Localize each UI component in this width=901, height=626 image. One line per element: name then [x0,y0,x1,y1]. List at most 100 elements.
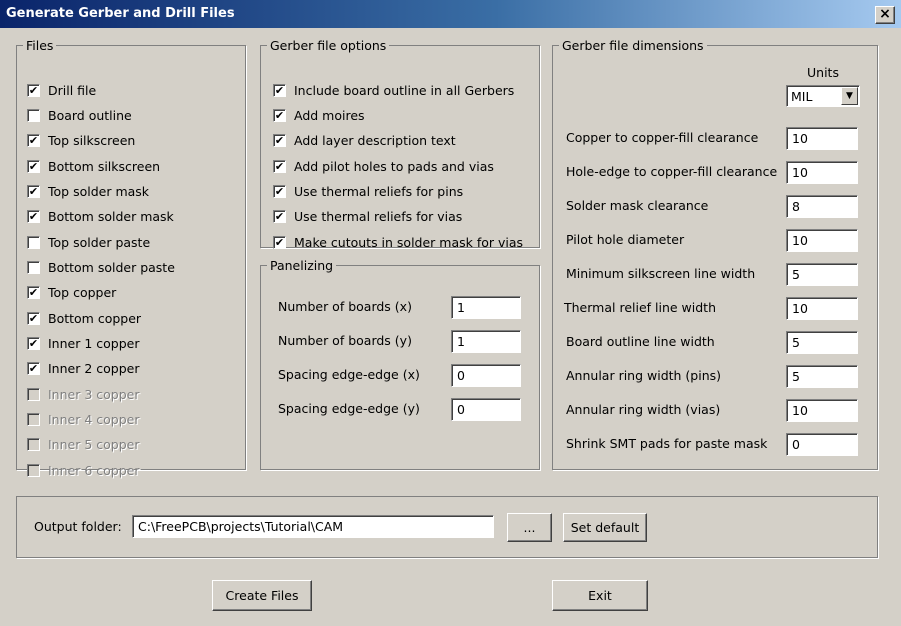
checkbox-label: Inner 5 copper [48,436,140,452]
checkbox-thermal-reliefs-vias[interactable]: ✔ Use thermal reliefs for vias [273,207,462,225]
checkbox-cutouts-solder-mask[interactable]: ✔ Make cutouts in solder mask for vias [273,233,523,251]
checkbox-top-silkscreen[interactable]: ✔ Top silkscreen [27,131,135,149]
boards-x-input[interactable]: 1 [451,296,521,319]
checkbox-box[interactable]: ✔ [27,184,40,198]
checkbox-box [27,463,40,477]
checkbox-label: Board outline [48,107,132,123]
checkbox-label: Add layer description text [294,132,456,148]
units-label: Units [807,65,839,80]
annular-ring-pins-input[interactable]: 5 [786,365,858,388]
checkbox-box [27,412,40,426]
panel-label-boards-x: Number of boards (x) [278,299,412,314]
checkbox-top-copper[interactable]: ✔ Top copper [27,283,116,301]
checkbox-bottom-solder-paste[interactable]: Bottom solder paste [27,258,175,276]
checkbox-box[interactable]: ✔ [27,133,40,147]
checkbox-label: Make cutouts in solder mask for vias [294,234,524,250]
checkbox-box[interactable]: ✔ [273,159,286,173]
checkbox-box[interactable]: ✔ [27,159,40,173]
checkbox-inner-5-copper: Inner 5 copper [27,435,139,453]
checkbox-bottom-silkscreen[interactable]: ✔ Bottom silkscreen [27,157,160,175]
checkbox-inner-6-copper: Inner 6 copper [27,461,139,479]
checkbox-box[interactable] [27,235,40,249]
checkbox-label: Add moires [294,107,365,123]
spacing-x-input[interactable]: 0 [451,364,521,387]
checkbox-box[interactable]: ✔ [27,361,40,375]
checkbox-thermal-reliefs-pins[interactable]: ✔ Use thermal reliefs for pins [273,182,463,200]
gerber-options-group: Gerber file options ✔ Include board outli… [260,38,540,251]
output-folder-input[interactable]: C:\FreePCB\projects\Tutorial\CAM [132,515,494,538]
gerber-options-title: Gerber file options [270,38,387,53]
create-files-button[interactable]: Create Files [212,580,312,611]
exit-button[interactable]: Exit [552,580,648,611]
hole-edge-clearance-input[interactable]: 10 [786,161,858,184]
dropdown-arrow-icon[interactable]: ▼ [841,87,858,105]
checkbox-label: Top copper [48,284,117,300]
checkbox-box[interactable]: ✔ [27,336,40,350]
checkbox-box[interactable]: ✔ [273,235,286,249]
boards-y-input[interactable]: 1 [451,330,521,353]
dim-label-hole-edge-clearance: Hole-edge to copper-fill clearance [566,164,778,179]
checkbox-box[interactable]: ✔ [273,83,286,97]
checkbox-add-layer-description[interactable]: ✔ Add layer description text [273,131,456,149]
files-group-title: Files [26,38,54,53]
checkbox-box[interactable]: ✔ [273,108,286,122]
checkbox-box[interactable] [27,108,40,122]
dim-label-silkscreen-width: Minimum silkscreen line width [566,266,756,281]
checkbox-box[interactable]: ✔ [27,209,40,223]
checkbox-bottom-solder-mask[interactable]: ✔ Bottom solder mask [27,207,174,225]
spacing-y-input[interactable]: 0 [451,398,521,421]
checkbox-include-board-outline[interactable]: ✔ Include board outline in all Gerbers [273,81,514,99]
checkbox-board-outline[interactable]: Board outline [27,106,132,124]
thermal-relief-width-input[interactable]: 10 [786,297,858,320]
checkbox-label: Bottom solder paste [48,259,175,275]
checkbox-inner-3-copper: Inner 3 copper [27,385,139,403]
checkbox-add-moires[interactable]: ✔ Add moires [273,106,365,124]
units-value: MIL [791,89,813,104]
dim-label-annular-ring-vias: Annular ring width (vias) [566,402,721,417]
panel-label-boards-y: Number of boards (y) [278,333,412,348]
checkbox-drill-file[interactable]: ✔ Drill file [27,81,96,99]
panelizing-title: Panelizing [270,258,334,273]
checkbox-box[interactable]: ✔ [27,285,40,299]
checkbox-add-pilot-holes[interactable]: ✔ Add pilot holes to pads and vias [273,157,494,175]
close-button[interactable]: × [875,6,895,24]
panel-label-spacing-x: Spacing edge-edge (x) [278,367,420,382]
checkbox-inner-2-copper[interactable]: ✔ Inner 2 copper [27,359,139,377]
checkbox-label: Inner 1 copper [48,335,140,351]
checkbox-bottom-copper[interactable]: ✔ Bottom copper [27,309,141,327]
checkbox-inner-1-copper[interactable]: ✔ Inner 1 copper [27,334,139,352]
checkbox-box [27,387,40,401]
dim-label-annular-ring-pins: Annular ring width (pins) [566,368,722,383]
checkbox-box[interactable]: ✔ [273,184,286,198]
checkbox-top-solder-mask[interactable]: ✔ Top solder mask [27,182,149,200]
close-icon: × [879,6,891,22]
checkbox-box[interactable] [27,260,40,274]
dialog-window: Generate Gerber and Drill Files × Files … [0,0,901,626]
solder-mask-clearance-input[interactable]: 8 [786,195,858,218]
units-select[interactable]: MIL ▼ [786,85,860,107]
title-bar[interactable]: Generate Gerber and Drill Files × [0,0,901,28]
copper-clearance-input[interactable]: 10 [786,127,858,150]
annular-ring-vias-input[interactable]: 10 [786,399,858,422]
window-title: Generate Gerber and Drill Files [6,6,235,21]
board-outline-width-input[interactable]: 5 [786,331,858,354]
checkbox-label: Include board outline in all Gerbers [294,82,515,98]
shrink-smt-pads-input[interactable]: 0 [786,433,858,456]
checkbox-box[interactable]: ✔ [273,209,286,223]
checkbox-label: Drill file [48,82,97,98]
silkscreen-width-input[interactable]: 5 [786,263,858,286]
checkbox-top-solder-paste[interactable]: Top solder paste [27,233,150,251]
checkbox-label: Top silkscreen [48,132,136,148]
dim-label-copper-clearance: Copper to copper-fill clearance [566,130,759,145]
files-group: Files ✔ Drill file Board outline ✔ Top sil… [16,38,246,478]
output-folder-label: Output folder: [34,519,122,534]
checkbox-box[interactable]: ✔ [273,133,286,147]
checkbox-box[interactable]: ✔ [27,311,40,325]
checkbox-label: Bottom copper [48,310,142,326]
set-default-button[interactable]: Set default [563,513,647,542]
dim-label-thermal-relief-width: Thermal relief line width [564,300,717,315]
pilot-hole-diameter-input[interactable]: 10 [786,229,858,252]
checkbox-box[interactable]: ✔ [27,83,40,97]
gerber-dimensions-title: Gerber file dimensions [562,38,704,53]
browse-button[interactable]: ... [507,513,552,542]
